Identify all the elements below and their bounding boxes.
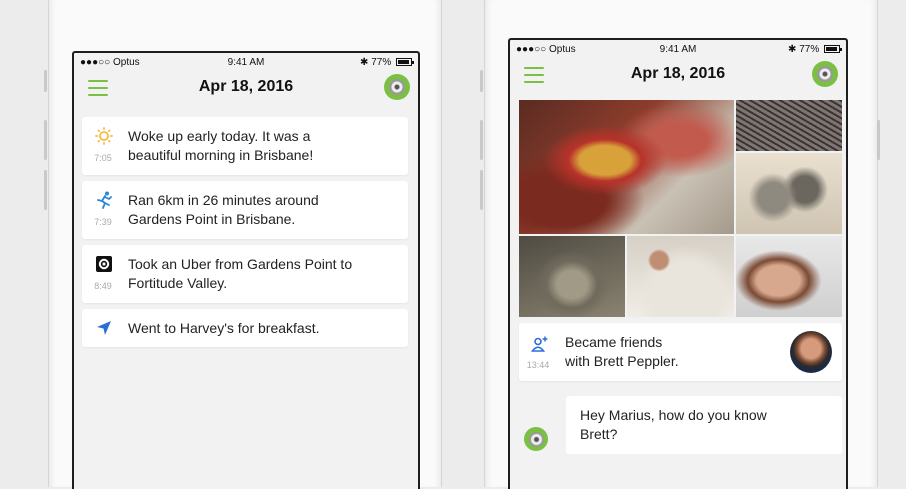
battery-status: ✱ 77% <box>788 44 842 55</box>
item-time: 7:05 <box>94 153 112 163</box>
photo-thumbnail[interactable] <box>736 100 842 151</box>
message-text-line: Brett? <box>580 426 618 442</box>
mute-switch <box>44 70 47 92</box>
timeline-item[interactable]: 13:44 Became friends with Brett Peppler. <box>519 323 842 381</box>
volume-down-button <box>44 170 47 210</box>
location-arrow-icon <box>97 321 111 335</box>
battery-status: ✱ 77% <box>360 57 414 68</box>
camera-lens-icon <box>528 431 544 447</box>
photo-thumbnail[interactable] <box>519 236 625 317</box>
item-time: 8:49 <box>94 281 112 291</box>
battery-icon <box>824 45 842 54</box>
item-text-line: Went to Harvey's for breakfast. <box>128 320 320 336</box>
sun-icon <box>95 127 113 145</box>
timeline-item[interactable]: 7:05 Woke up early today. It was a beaut… <box>82 117 408 175</box>
item-text-line: Fortitude Valley. <box>128 275 228 291</box>
item-text: Took an Uber from Gardens Point to Forti… <box>128 255 398 293</box>
battery-percent: 77% <box>371 57 392 68</box>
volume-up-button <box>44 120 47 160</box>
camera-lens-icon <box>389 79 405 95</box>
timeline-item[interactable]: Went to Harvey's for breakfast. <box>82 309 408 347</box>
status-bar: ●●●○○ Optus 9:41 AM ✱ 77% <box>74 53 418 71</box>
power-button <box>877 120 880 160</box>
camera-button[interactable] <box>812 61 838 87</box>
photo-thumbnail[interactable] <box>736 236 842 317</box>
runner-icon <box>97 191 112 209</box>
volume-up-button <box>480 120 483 160</box>
status-bar: ●●●○○ Optus 9:41 AM ✱ 77% <box>510 40 846 58</box>
item-text-line: Gardens Point in Brisbane. <box>128 211 296 227</box>
bluetooth-icon: ✱ <box>360 57 369 68</box>
photo-thumbnail[interactable] <box>736 153 842 234</box>
timeline-item[interactable]: 7:39 Ran 6km in 26 minutes around Garden… <box>82 181 408 239</box>
page-title: Apr 18, 2016 <box>630 65 726 82</box>
item-time: 7:39 <box>94 217 112 227</box>
timeline-item[interactable]: 8:49 Took an Uber from Gardens Point to … <box>82 245 408 303</box>
item-text-line: beautiful morning in Brisbane! <box>128 147 314 163</box>
photo-thumbnail[interactable] <box>519 100 734 234</box>
camera-lens-icon <box>817 66 833 82</box>
battery-icon <box>396 58 414 67</box>
volume-down-button <box>480 170 483 210</box>
message-bubble[interactable]: Hey Marius, how do you know Brett? <box>566 396 842 454</box>
avatar[interactable] <box>790 331 832 373</box>
bluetooth-icon: ✱ <box>788 44 797 55</box>
nav-bar: Apr 18, 2016 <box>74 71 418 105</box>
nav-bar: Apr 18, 2016 <box>510 58 846 92</box>
photo-thumbnail[interactable] <box>627 236 734 317</box>
camera-button[interactable] <box>384 74 410 100</box>
item-time: 13:44 <box>526 360 550 370</box>
uber-icon <box>96 256 112 272</box>
item-text-line: Woke up early today. It was a <box>128 128 311 144</box>
message-text-line: Hey Marius, how do you know <box>580 407 767 423</box>
item-text: Went to Harvey's for breakfast. <box>128 319 398 338</box>
item-text: Ran 6km in 26 minutes around Gardens Poi… <box>128 191 398 229</box>
left-phone-screen: ●●●○○ Optus 9:41 AM ✱ 77% Apr 18, 2016 7… <box>72 51 420 489</box>
right-phone-screen: ●●●○○ Optus 9:41 AM ✱ 77% Apr 18, 2016 1… <box>508 38 848 489</box>
mute-switch <box>480 70 483 92</box>
item-text-line: Took an Uber from Gardens Point to <box>128 256 353 272</box>
avatar[interactable] <box>524 427 548 451</box>
item-text: Woke up early today. It was a beautiful … <box>128 127 398 165</box>
battery-percent: 77% <box>799 44 820 55</box>
item-text-line: Ran 6km in 26 minutes around <box>128 192 319 208</box>
page-title: Apr 18, 2016 <box>198 78 294 95</box>
add-friend-icon <box>531 336 548 352</box>
message-text: Hey Marius, how do you know Brett? <box>580 406 767 444</box>
